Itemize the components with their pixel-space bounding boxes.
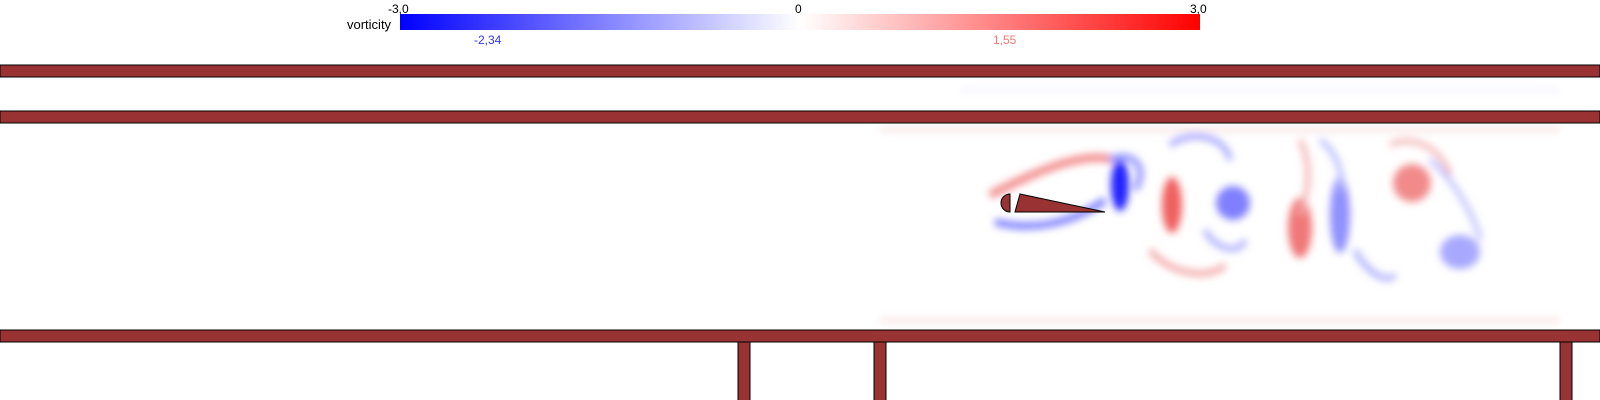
airfoil bbox=[1000, 193, 1106, 213]
support-post-right bbox=[1559, 341, 1573, 400]
field-min-marker: -2,34 bbox=[474, 33, 502, 47]
vorticity-field-canvas bbox=[0, 14, 1600, 400]
support-post-left bbox=[737, 341, 751, 400]
colorbar bbox=[400, 14, 1200, 30]
channel-walls bbox=[0, 64, 1600, 400]
top-wall-outer bbox=[0, 64, 1600, 78]
colorbar-min-label: -3,0 bbox=[388, 2, 409, 16]
top-wall-inner bbox=[0, 110, 1600, 124]
colorbar-max-label: 3,0 bbox=[1190, 2, 1207, 16]
support-post-middle bbox=[873, 341, 887, 400]
colorbar-title: vorticity bbox=[347, 17, 392, 32]
simulation-view: -3,0 0 3,0 vorticity -2,34 1,55 bbox=[0, 0, 1600, 400]
bottom-wall bbox=[0, 329, 1600, 343]
colorbar-zero-label: 0 bbox=[795, 2, 802, 16]
field-max-marker: 1,55 bbox=[993, 33, 1017, 47]
